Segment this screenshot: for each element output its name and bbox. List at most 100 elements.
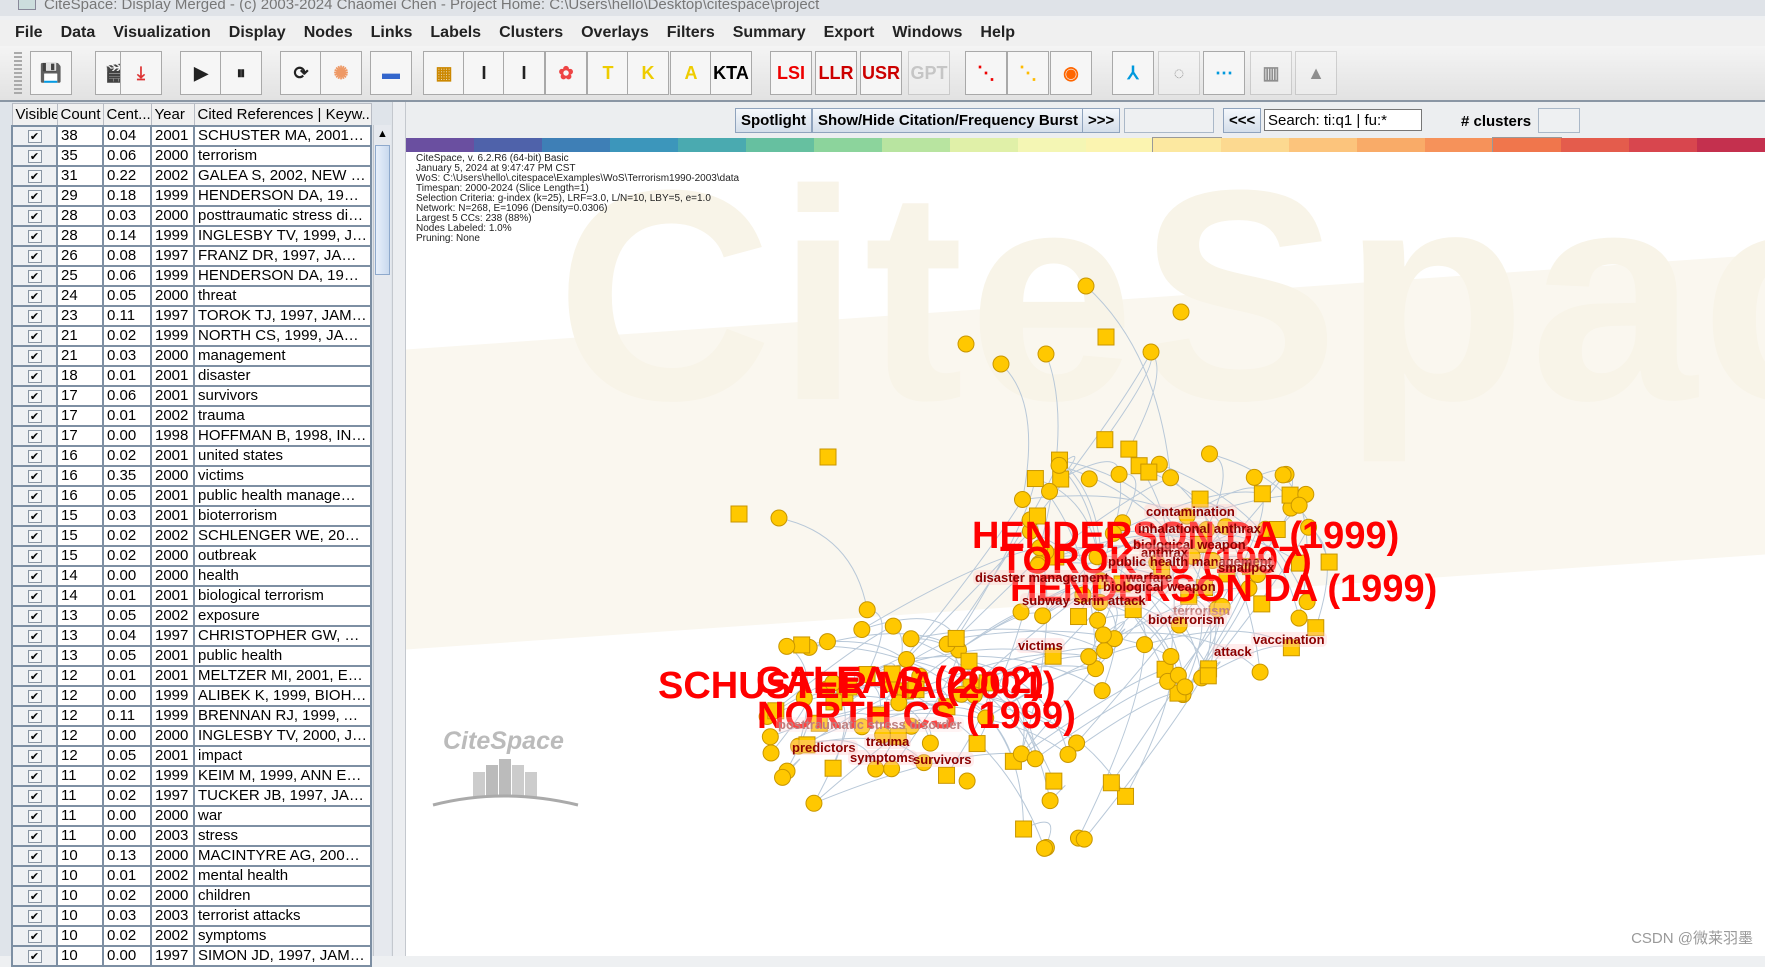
network-node[interactable] — [1077, 277, 1095, 295]
network-node[interactable] — [1094, 626, 1112, 644]
visible-checkbox[interactable]: ✔ — [27, 769, 42, 783]
column-header-1[interactable]: Count — [56, 103, 104, 126]
menu-links[interactable]: Links — [362, 20, 422, 46]
column-header-2[interactable]: Cent... — [102, 103, 152, 126]
visible-cell[interactable]: ✔ — [11, 724, 58, 747]
visible-checkbox[interactable]: ✔ — [27, 869, 42, 883]
visible-cell[interactable]: ✔ — [11, 924, 58, 947]
visible-cell[interactable]: ✔ — [11, 824, 58, 847]
network-node[interactable] — [902, 630, 920, 648]
network-node[interactable] — [1117, 787, 1135, 805]
menu-display[interactable]: Display — [220, 20, 295, 46]
menu-summary[interactable]: Summary — [724, 20, 815, 46]
visible-cell[interactable]: ✔ — [11, 124, 58, 147]
rgb-nodes-button[interactable]: ⋱ — [965, 51, 1007, 95]
network-node[interactable] — [1140, 463, 1158, 481]
table-row[interactable]: ✔ 29 0.18 1999 HENDERSON DA, 1999,... — [11, 184, 372, 207]
keyword-label[interactable]: symptoms — [848, 750, 918, 765]
network-node[interactable] — [1045, 772, 1063, 790]
visible-checkbox[interactable]: ✔ — [27, 149, 42, 163]
search-input[interactable] — [1264, 109, 1422, 131]
network-node[interactable] — [938, 766, 956, 784]
table-row[interactable]: ✔ 15 0.02 2002 SCHLENGER WE, 2002... — [11, 524, 372, 547]
visible-checkbox[interactable]: ✔ — [27, 449, 42, 463]
visible-cell[interactable]: ✔ — [11, 624, 58, 647]
visible-checkbox[interactable]: ✔ — [27, 429, 42, 443]
network-node[interactable] — [884, 617, 902, 635]
menu-export[interactable]: Export — [815, 20, 884, 46]
visible-checkbox[interactable]: ✔ — [27, 549, 42, 563]
circle-layout-button[interactable]: ◌ — [1158, 51, 1200, 95]
table-row[interactable]: ✔ 25 0.06 1999 HENDERSON DA, 1999,... — [11, 264, 372, 287]
visible-cell[interactable]: ✔ — [11, 544, 58, 567]
visible-cell[interactable]: ✔ — [11, 424, 58, 447]
keyword-label[interactable]: victims — [1016, 638, 1065, 653]
visible-checkbox[interactable]: ✔ — [27, 649, 42, 663]
visible-cell[interactable]: ✔ — [11, 884, 58, 907]
cluster-color-button[interactable]: ✿ — [545, 51, 587, 95]
network-node[interactable] — [1162, 469, 1180, 487]
table-row[interactable]: ✔ 18 0.01 2001 disaster — [11, 364, 372, 387]
visible-checkbox[interactable]: ✔ — [27, 749, 42, 763]
visible-cell[interactable]: ✔ — [11, 524, 58, 547]
network-node[interactable] — [1080, 648, 1098, 666]
panel-splitter[interactable] — [392, 102, 406, 956]
save-button[interactable]: 💾 — [30, 51, 72, 95]
visible-checkbox[interactable]: ✔ — [27, 229, 42, 243]
visible-checkbox[interactable]: ✔ — [27, 409, 42, 423]
visible-checkbox[interactable]: ✔ — [27, 509, 42, 523]
visible-checkbox[interactable]: ✔ — [27, 849, 42, 863]
visible-checkbox[interactable]: ✔ — [27, 129, 42, 143]
network-node[interactable] — [818, 633, 836, 651]
visible-cell[interactable]: ✔ — [11, 204, 58, 227]
llr-button[interactable]: LLR — [815, 51, 857, 95]
visible-cell[interactable]: ✔ — [11, 444, 58, 467]
network-node[interactable] — [921, 734, 939, 752]
column-header-4[interactable]: Cited References | Keyw... — [193, 103, 372, 126]
network-node[interactable] — [947, 629, 965, 647]
visible-cell[interactable]: ✔ — [11, 484, 58, 507]
network-node[interactable] — [1274, 466, 1292, 484]
menu-labels[interactable]: Labels — [421, 20, 490, 46]
network-node[interactable] — [1110, 465, 1128, 483]
visible-checkbox[interactable]: ✔ — [27, 349, 42, 363]
network-node[interactable] — [770, 509, 788, 527]
ring-button[interactable]: ◉ — [1050, 51, 1092, 95]
visible-cell[interactable]: ✔ — [11, 344, 58, 367]
table-row[interactable]: ✔ 10 0.01 2002 mental health — [11, 864, 372, 887]
table-row[interactable]: ✔ 16 0.05 2001 public health management — [11, 484, 372, 507]
visible-checkbox[interactable]: ✔ — [27, 489, 42, 503]
menu-overlays[interactable]: Overlays — [572, 20, 658, 46]
visible-cell[interactable]: ✔ — [11, 284, 58, 307]
menu-visualization[interactable]: Visualization — [104, 20, 220, 46]
visible-checkbox[interactable]: ✔ — [27, 169, 42, 183]
visible-cell[interactable]: ✔ — [11, 864, 58, 887]
visible-checkbox[interactable]: ✔ — [27, 629, 42, 643]
timeline-button[interactable]: ⋯ — [1203, 51, 1245, 95]
network-node[interactable] — [992, 355, 1010, 373]
visible-checkbox[interactable]: ✔ — [27, 269, 42, 283]
table-row[interactable]: ✔ 15 0.03 2001 bioterrorism — [11, 504, 372, 527]
network-node[interactable] — [858, 601, 876, 619]
visible-checkbox[interactable]: ✔ — [27, 329, 42, 343]
visible-cell[interactable]: ✔ — [11, 464, 58, 487]
network-node[interactable] — [853, 620, 871, 638]
visible-cell[interactable]: ✔ — [11, 584, 58, 607]
visible-cell[interactable]: ✔ — [11, 684, 58, 707]
visible-cell[interactable]: ✔ — [11, 504, 58, 527]
network-node[interactable] — [1290, 609, 1308, 627]
clusters-field[interactable] — [1538, 108, 1580, 133]
table-row[interactable]: ✔ 17 0.01 2002 trauma — [11, 404, 372, 427]
table-row[interactable]: ✔ 28 0.14 1999 INGLESBY TV, 1999, JA... — [11, 224, 372, 247]
network-node[interactable] — [1026, 750, 1044, 768]
yellow-nodes-button[interactable]: ⋱ — [1007, 51, 1049, 95]
visible-cell[interactable]: ✔ — [11, 324, 58, 347]
table-row[interactable]: ✔ 10 0.03 2003 terrorist attacks — [11, 904, 372, 927]
visible-cell[interactable]: ✔ — [11, 144, 58, 167]
table-scrollbar[interactable]: ▲ — [373, 125, 391, 956]
visible-cell[interactable]: ✔ — [11, 264, 58, 287]
network-node[interactable] — [824, 759, 842, 777]
network-node[interactable] — [1253, 485, 1271, 503]
table-row[interactable]: ✔ 16 0.02 2001 united states — [11, 444, 372, 467]
visible-checkbox[interactable]: ✔ — [27, 469, 42, 483]
